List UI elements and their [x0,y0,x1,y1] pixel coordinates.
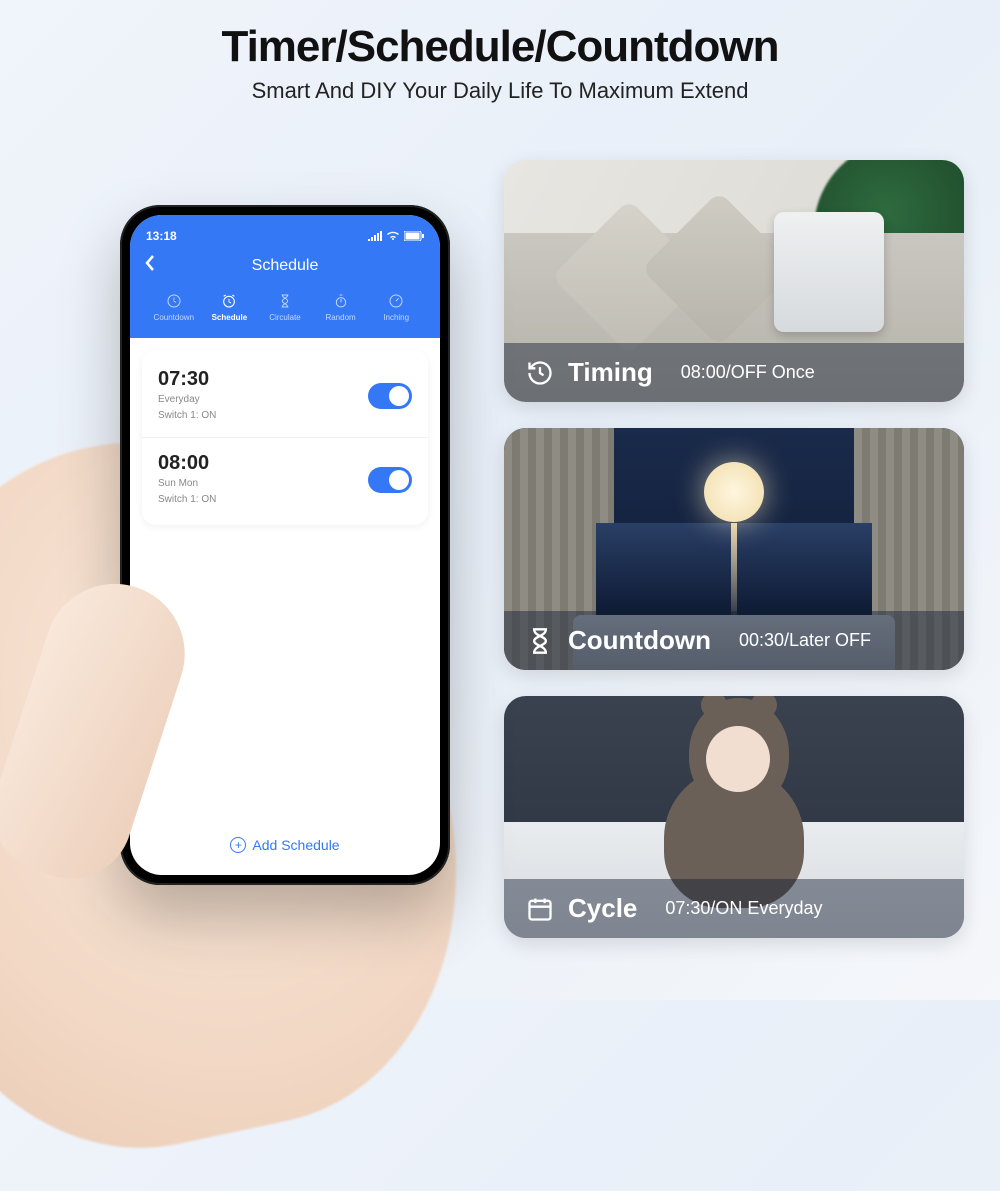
calendar-icon [526,895,554,923]
header-title: Schedule [144,257,426,275]
hero-subtitle: Smart And DIY Your Daily Life To Maximum… [0,78,1000,104]
tab-countdown[interactable]: Countdown [146,293,202,322]
schedule-repeat: Sun Mon [158,477,216,491]
scene-label: Countdown [568,625,711,656]
schedule-row[interactable]: 08:00 Sun Mon Switch 1: ON [142,437,428,521]
scene-countdown: Countdown 00:30/Later OFF [504,428,964,670]
add-schedule-button[interactable]: + Add Schedule [130,837,440,853]
scene-label: Cycle [568,893,637,924]
tab-label: Circulate [269,313,301,322]
schedule-list: 07:30 Everyday Switch 1: ON 08:00 Sun Mo… [142,350,428,525]
scene-value: 08:00/OFF Once [681,362,815,383]
scene-value: 00:30/Later OFF [739,630,871,651]
mode-tabs: Countdown Schedule Circulate Random Inch… [144,293,426,328]
back-button[interactable] [144,254,156,278]
add-label: Add Schedule [252,837,339,853]
status-time: 13:18 [146,229,177,243]
schedule-time: 07:30 [158,368,216,391]
clock-history-icon [526,359,554,387]
scene-label: Timing [568,357,653,388]
scene-value: 07:30/ON Everyday [665,898,822,919]
scene-cycle: Cycle 07:30/ON Everyday [504,696,964,938]
tab-label: Countdown [154,313,194,322]
schedule-toggle[interactable] [368,467,412,493]
stopwatch-icon [333,293,349,309]
schedule-repeat: Everyday [158,393,216,407]
signal-icon [368,231,382,241]
schedule-toggle[interactable] [368,383,412,409]
tab-inching[interactable]: Inching [368,293,424,322]
wifi-icon [386,231,400,241]
hourglass-icon [526,627,554,655]
schedule-switch: Switch 1: ON [158,409,216,423]
tab-schedule[interactable]: Schedule [202,293,258,322]
tab-circulate[interactable]: Circulate [257,293,313,322]
chevron-left-icon [144,254,156,272]
alarm-icon [221,293,237,309]
phone-frame: 13:18 Schedule Countdown [120,205,450,885]
tab-random[interactable]: Random [313,293,369,322]
schedule-row[interactable]: 07:30 Everyday Switch 1: ON [142,354,428,437]
app-header: 13:18 Schedule Countdown [130,215,440,338]
phone-screen: 13:18 Schedule Countdown [130,215,440,875]
tab-label: Random [325,313,355,322]
battery-icon [404,231,424,241]
schedule-time: 08:00 [158,452,216,475]
scene-timing: Timing 08:00/OFF Once [504,160,964,402]
tab-label: Inching [383,313,409,322]
hourglass-icon [277,293,293,309]
schedule-switch: Switch 1: ON [158,493,216,507]
clock-icon [166,293,182,309]
tab-label: Schedule [212,313,248,322]
hero-title: Timer/Schedule/Countdown [0,22,1000,72]
timer-icon [388,293,404,309]
plus-icon: + [230,837,246,853]
status-icons [368,229,424,243]
